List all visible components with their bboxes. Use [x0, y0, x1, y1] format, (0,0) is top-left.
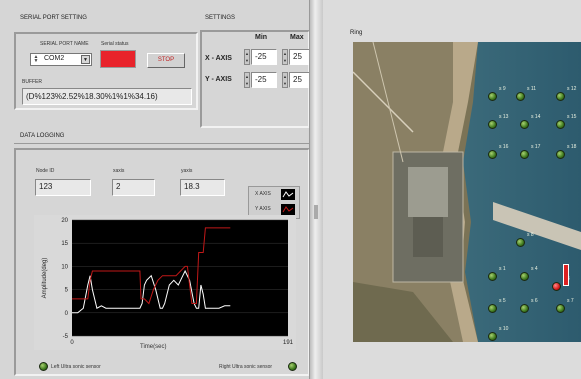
y-tick-label: 15 [61, 241, 68, 247]
ring-node-label: s 7 [567, 298, 574, 304]
ring-node-led [488, 272, 497, 281]
ring-node-led [556, 304, 565, 313]
left-sensor-label: Left Ultra sonic sensor [51, 364, 101, 370]
x-max-stepper[interactable]: ▲ ▼ [282, 49, 288, 65]
y-max-stepper[interactable]: ▲ ▼ [282, 72, 288, 88]
x-tick-label: 0 [70, 340, 74, 346]
data-logging-divider [14, 143, 310, 144]
x-min-input[interactable]: -25 [251, 49, 277, 65]
ring-node-led [552, 282, 561, 291]
ring-node-led [556, 92, 565, 101]
right-sensor-label: Right Ultra sonic sensor [219, 364, 273, 370]
ring-node-led [520, 120, 529, 129]
buffer-label: BUFFER [22, 79, 42, 85]
spin-arrows-icon[interactable]: ▲ ▼ [32, 55, 40, 64]
ring-node-led [488, 332, 497, 341]
aerial-map: s 9 s 11 s 12 s 13 s 14 s 15 s 16 s 17 s 18 s 8 s … [353, 42, 581, 342]
chevron-down-icon[interactable]: ▼ [81, 55, 90, 64]
y-tick-label: 20 [61, 218, 68, 224]
legend-x-swatch [281, 189, 295, 200]
ring-node-led [488, 92, 497, 101]
plot-area [72, 220, 288, 336]
ring-node-led [488, 120, 497, 129]
ring-node-label: s 17 [531, 144, 541, 150]
ring-node-label: s 1 [499, 266, 506, 272]
ring-node-led [520, 272, 529, 281]
ring-node-label: s 16 [499, 144, 509, 150]
node-id-field: 123 [35, 179, 91, 196]
ring-node-led [516, 238, 525, 247]
legend-x-label: X AXIS [255, 191, 271, 197]
legend-y-swatch [281, 204, 295, 215]
ring-node-led [516, 92, 525, 101]
ring-node-label: s 6 [531, 298, 538, 304]
x-max-input[interactable]: 25 [289, 49, 310, 65]
ring-node-label: s 12 [567, 86, 577, 92]
yaxis-field: 18.3 [180, 179, 225, 196]
serial-port-value: COM2 [44, 55, 65, 62]
serial-status-label: Serial status [101, 41, 129, 47]
y-tick-label: 5 [65, 288, 69, 294]
ring-node-label: s 9 [499, 86, 506, 92]
serial-port-section-title: SERIAL PORT SETTING [20, 15, 87, 21]
x-min-stepper[interactable]: ▲ ▼ [244, 49, 250, 65]
ring-node-label: s 8 [527, 232, 534, 238]
ring-node-led [520, 150, 529, 159]
ring-node-label: s 10 [499, 326, 509, 332]
x-axis-label: X - AXIS [205, 55, 232, 62]
x-tick-label: 191 [283, 340, 294, 346]
y-min-stepper[interactable]: ▲ ▼ [244, 72, 250, 88]
ring-node-led [556, 150, 565, 159]
node-id-label: Node ID [36, 168, 55, 174]
ring-node-label: s 13 [499, 114, 509, 120]
serial-status-indicator [100, 50, 136, 68]
max-header: Max [290, 34, 304, 41]
ring-node-led [488, 304, 497, 313]
amplitude-chart: 20151050-50 191Amplitude(deg) [42, 218, 294, 346]
yaxis-label: yaxis [181, 168, 193, 174]
ring-node-label: s 15 [567, 114, 577, 120]
chart-frame: 20 15 10 5 0 -5 0 191 Amplitude(deg) [34, 215, 296, 350]
legend-y-label: Y AXIS [255, 206, 271, 212]
chart-xlabel: Time(sec) [140, 344, 167, 350]
xaxis-field: 2 [112, 179, 155, 196]
settings-section-title: SETTINGS [205, 15, 236, 21]
chart-ylabel: Amplitude(deg) [42, 258, 48, 299]
ring-node-label: s 18 [567, 144, 577, 150]
right-sensor-led [288, 362, 297, 371]
ring-title: Ring [350, 30, 363, 36]
aerial-map-image [353, 42, 581, 342]
serial-port-select[interactable]: ▲ ▼ COM2 ▼ [30, 53, 92, 66]
ring-node-led [520, 304, 529, 313]
ring-node-label: s 11 [527, 86, 537, 92]
y-tick-label: 0 [65, 311, 69, 317]
splitter-grip[interactable] [314, 205, 318, 219]
y-tick-label: 10 [61, 264, 68, 270]
serial-port-name-label: SERIAL PORT NAME [40, 41, 89, 47]
y-max-input[interactable]: 25 [289, 72, 310, 88]
ring-node-label: s 14 [531, 114, 541, 120]
y-tick-label: -5 [63, 334, 69, 340]
min-header: Min [255, 34, 268, 41]
ring-node-led [488, 150, 497, 159]
data-logging-section-title: DATA LOGGING [20, 133, 65, 139]
panel-splitter[interactable] [309, 0, 323, 379]
ring-level-indicator [563, 264, 569, 286]
xaxis-label: xaxis [113, 168, 125, 174]
buffer-field: (D%123%2.52%18.30%1%1%34.16) [22, 88, 192, 105]
y-axis-label: Y - AXIS [205, 76, 232, 83]
ring-node-led [556, 120, 565, 129]
ring-node-label: s 5 [499, 298, 506, 304]
stop-button[interactable]: STOP [147, 53, 185, 68]
y-min-input[interactable]: -25 [251, 72, 277, 88]
left-sensor-led [39, 362, 48, 371]
ring-node-label: s 4 [531, 266, 538, 272]
